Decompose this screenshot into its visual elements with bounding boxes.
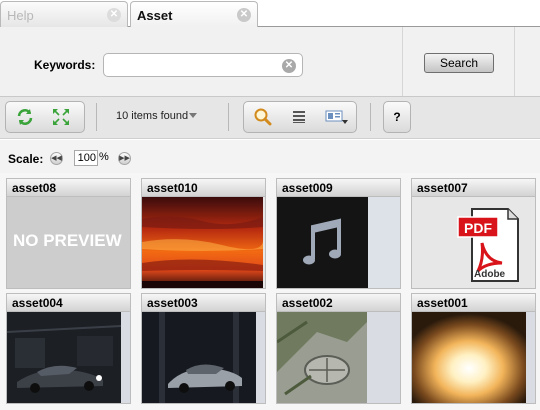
scale-bar: Scale: ◀◀ % ▶▶ (0, 140, 540, 173)
asset-name: asset001 (412, 294, 535, 312)
help-button[interactable]: ? (383, 101, 411, 133)
details-view-icon[interactable] (324, 102, 350, 132)
asset-card[interactable]: asset08 NO PREVIEW (6, 178, 131, 289)
search-button[interactable]: Search (424, 53, 494, 73)
view-group (243, 101, 357, 133)
tab-help[interactable]: Help ✕ (0, 1, 128, 27)
close-icon[interactable]: ✕ (107, 8, 121, 22)
search-panel: Keywords: ✕ Search (0, 27, 540, 97)
keywords-label: Keywords: (34, 58, 96, 72)
scale-label: Scale: (8, 152, 44, 166)
explosion-thumbnail[interactable] (412, 312, 535, 403)
expand-icon[interactable] (48, 102, 74, 132)
no-preview-text: NO PREVIEW (13, 231, 123, 250)
no-preview-thumbnail[interactable]: NO PREVIEW (7, 197, 130, 288)
sunset-thumbnail[interactable] (142, 197, 263, 288)
asset-card[interactable]: asset004 (6, 293, 131, 404)
help-label: ? (393, 110, 401, 124)
asset-card[interactable]: asset001 (411, 293, 536, 404)
asset-card[interactable]: asset002 (276, 293, 401, 404)
asset-name: asset007 (412, 179, 535, 197)
tab-bar: Help ✕ Asset ✕ (0, 0, 540, 28)
car-thumbnail[interactable] (7, 312, 130, 403)
scale-unit: % (99, 151, 109, 163)
results-count[interactable]: 10 items found (116, 110, 188, 122)
pdf-text: PDF (464, 220, 492, 236)
keywords-input[interactable] (103, 53, 303, 77)
rewind-icon[interactable]: ◀◀ (50, 152, 63, 165)
divider (402, 27, 403, 96)
asset-grid: asset08 NO PREVIEW asset010 asset009 ass… (0, 173, 540, 410)
asset-card[interactable]: asset009 (276, 178, 401, 289)
scale-input[interactable] (74, 150, 98, 166)
asset-card[interactable]: asset007 PDF Adobe (411, 178, 536, 289)
tab-asset-label: Asset (137, 8, 173, 23)
toolbar-divider (96, 103, 97, 131)
asset-name: asset004 (7, 294, 130, 312)
asset-name: asset009 (277, 179, 400, 197)
pdf-thumbnail[interactable]: PDF Adobe (412, 197, 535, 288)
toolbar-divider (370, 103, 371, 131)
aerial-thumbnail[interactable] (277, 312, 400, 403)
divider (514, 27, 515, 96)
tab-help-label: Help (7, 8, 34, 23)
refresh-group (5, 101, 85, 133)
adobe-text: Adobe (474, 269, 506, 280)
close-icon[interactable]: ✕ (237, 8, 251, 22)
car-thumbnail[interactable] (142, 312, 265, 403)
magnifier-icon[interactable] (250, 102, 276, 132)
clear-icon[interactable]: ✕ (282, 59, 296, 73)
asset-card[interactable]: asset003 (141, 293, 266, 404)
asset-card[interactable]: asset010 (141, 178, 266, 289)
refresh-icon[interactable] (12, 102, 38, 132)
asset-name: asset08 (7, 179, 130, 197)
asset-name: asset010 (142, 179, 265, 197)
toolbar: 10 items found ? (0, 97, 540, 139)
asset-name: asset003 (142, 294, 265, 312)
music-thumbnail[interactable] (277, 197, 400, 288)
list-view-icon[interactable] (286, 102, 312, 132)
chevron-down-icon[interactable] (189, 113, 197, 118)
fast-forward-icon[interactable]: ▶▶ (118, 152, 131, 165)
tab-asset[interactable]: Asset ✕ (130, 1, 258, 28)
toolbar-divider (228, 103, 229, 131)
asset-name: asset002 (277, 294, 400, 312)
